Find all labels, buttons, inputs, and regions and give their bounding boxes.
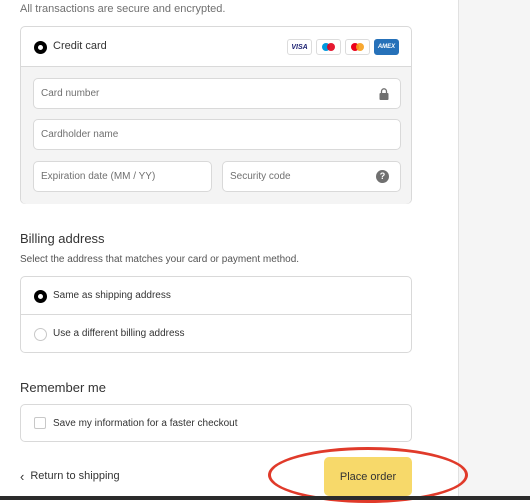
chevron-left-icon: ‹ (20, 468, 25, 484)
save-info-checkbox[interactable] (34, 417, 46, 429)
billing-options: Same as shipping address Use a different… (20, 276, 412, 353)
payment-method-box: Credit card VISA AMEX Card number Cardho… (20, 26, 412, 204)
same-as-shipping-label: Same as shipping address (53, 290, 171, 301)
cardholder-placeholder: Cardholder name (41, 129, 119, 140)
same-as-shipping-option[interactable]: Same as shipping address (21, 277, 411, 315)
help-icon[interactable]: ? (376, 170, 389, 183)
billing-address-subtitle: Select the address that matches your car… (20, 254, 300, 265)
credit-card-option[interactable]: Credit card VISA AMEX (21, 27, 411, 67)
different-billing-label: Use a different billing address (53, 328, 185, 339)
amex-icon: AMEX (374, 39, 399, 55)
lock-icon (379, 88, 389, 100)
same-as-shipping-radio[interactable] (34, 290, 47, 303)
cardholder-name-field[interactable]: Cardholder name (33, 119, 401, 150)
card-brands: VISA AMEX (287, 39, 399, 55)
bottom-edge (0, 496, 530, 500)
order-summary-panel (458, 0, 530, 500)
maestro-icon (316, 39, 341, 55)
card-number-placeholder: Card number (41, 88, 100, 99)
expiration-date-field[interactable]: Expiration date (MM / YY) (33, 161, 212, 192)
remember-me-option[interactable]: Save my information for a faster checkou… (20, 404, 412, 442)
secure-note: All transactions are secure and encrypte… (20, 3, 226, 15)
remember-me-title: Remember me (20, 380, 106, 395)
save-info-label: Save my information for a faster checkou… (53, 418, 238, 429)
mastercard-icon (345, 39, 370, 55)
different-billing-radio[interactable] (34, 328, 47, 341)
security-placeholder: Security code (230, 171, 291, 182)
return-label: Return to shipping (30, 470, 120, 482)
credit-card-label: Credit card (53, 40, 107, 52)
credit-card-radio[interactable] (34, 41, 47, 54)
security-code-field[interactable]: Security code ? (222, 161, 401, 192)
expiry-placeholder: Expiration date (MM / YY) (41, 171, 156, 182)
card-number-field[interactable]: Card number (33, 78, 401, 109)
billing-address-title: Billing address (20, 231, 105, 246)
visa-icon: VISA (287, 39, 312, 55)
return-to-shipping-link[interactable]: ‹ Return to shipping (20, 468, 120, 484)
different-billing-option[interactable]: Use a different billing address (21, 315, 411, 353)
card-fields: Card number Cardholder name Expiration d… (21, 67, 411, 204)
place-order-button[interactable]: Place order (324, 457, 412, 496)
